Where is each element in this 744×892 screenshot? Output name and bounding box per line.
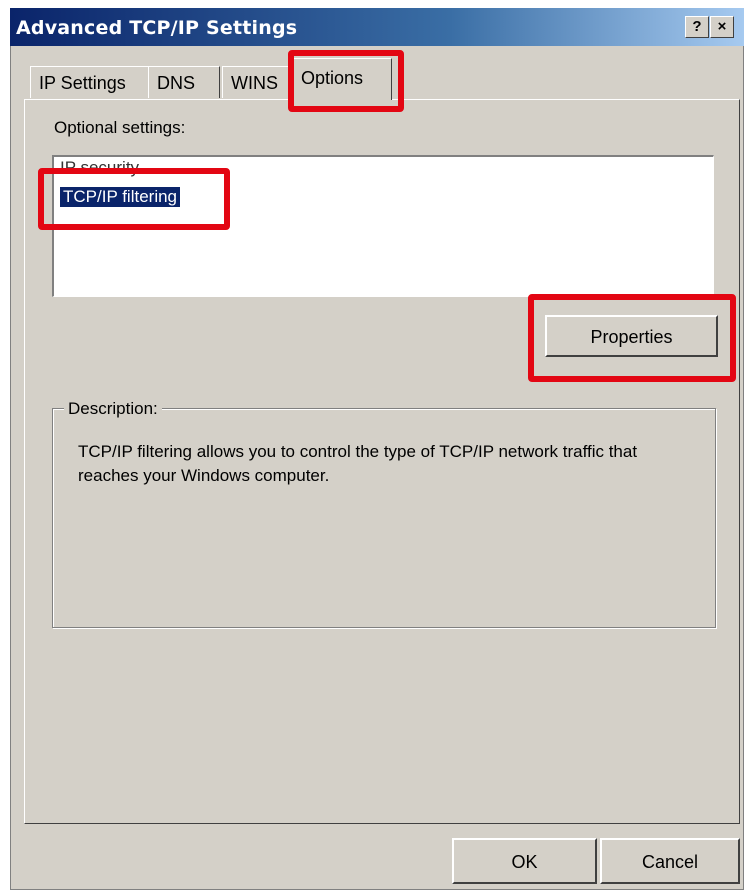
title-bar: Advanced TCP/IP Settings ? × [10, 8, 744, 46]
help-button[interactable]: ? [685, 16, 709, 38]
tab-wins[interactable]: WINS [222, 66, 298, 98]
tab-options[interactable]: Options [292, 58, 392, 100]
cancel-button[interactable]: Cancel [600, 838, 740, 884]
ok-button[interactable]: OK [452, 838, 597, 884]
optional-settings-list[interactable]: IP security TCP/IP filtering [52, 155, 714, 297]
description-text: TCP/IP filtering allows you to control t… [78, 442, 638, 485]
properties-button[interactable]: Properties [545, 315, 718, 357]
tab-ip-settings[interactable]: IP Settings [30, 66, 158, 98]
list-item-ip-security[interactable]: IP security [60, 158, 139, 178]
tab-dns[interactable]: DNS [148, 66, 220, 98]
optional-settings-label: Optional settings: [54, 118, 186, 137]
close-button[interactable]: × [710, 16, 734, 38]
description-legend: Description: [64, 399, 162, 419]
list-item-tcpip-filtering[interactable]: TCP/IP filtering [58, 186, 182, 208]
window-title: Advanced TCP/IP Settings [16, 17, 298, 39]
